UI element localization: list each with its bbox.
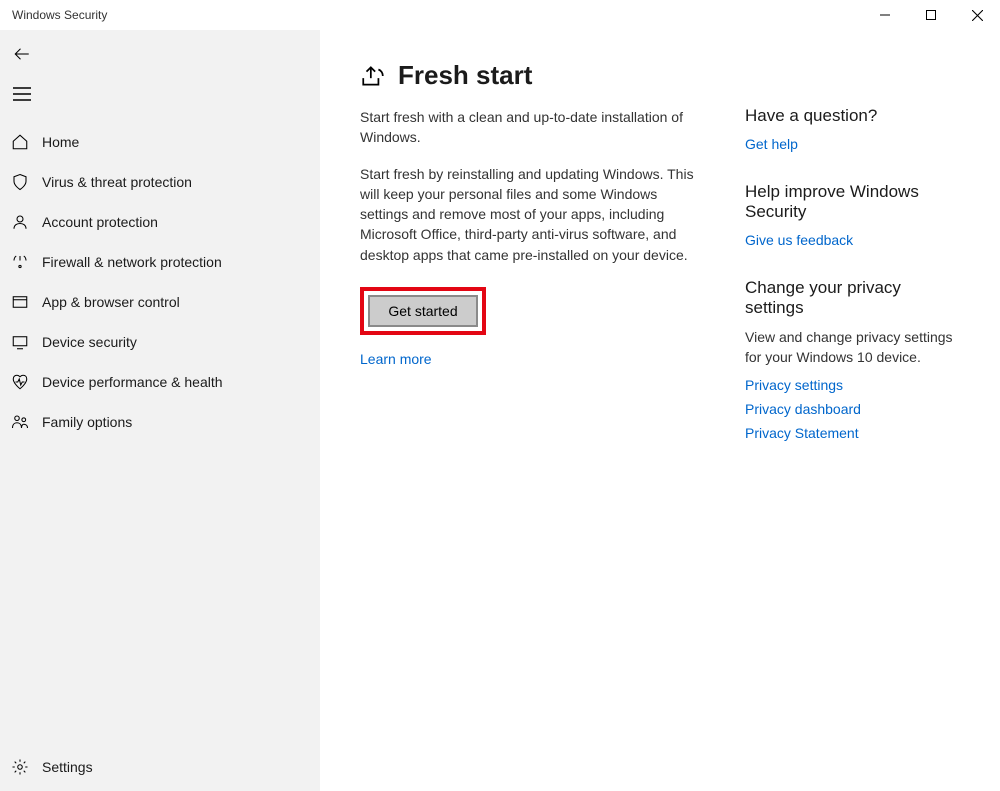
privacy-heading: Change your privacy settings	[745, 278, 960, 318]
sidebar-item-home[interactable]: Home	[0, 122, 320, 162]
sidebar: Home Virus & threat protection Account p…	[0, 30, 320, 791]
sidebar-item-device-security[interactable]: Device security	[0, 322, 320, 362]
maximize-button[interactable]	[908, 0, 954, 30]
sidebar-item-label: Home	[42, 134, 79, 150]
sidebar-item-label: Virus & threat protection	[42, 174, 192, 190]
close-button[interactable]	[954, 0, 1000, 30]
browser-icon	[10, 293, 30, 311]
heart-icon	[10, 373, 30, 391]
sidebar-item-app-browser[interactable]: App & browser control	[0, 282, 320, 322]
page-title: Fresh start	[398, 60, 532, 91]
get-started-button[interactable]: Get started	[368, 295, 478, 327]
window-title: Windows Security	[12, 8, 107, 22]
sidebar-item-label: App & browser control	[42, 294, 180, 310]
family-icon	[10, 413, 30, 431]
sidebar-item-label: Firewall & network protection	[42, 254, 222, 270]
home-icon	[10, 133, 30, 151]
back-button[interactable]	[2, 36, 42, 72]
privacy-statement-link[interactable]: Privacy Statement	[745, 425, 960, 441]
chip-icon	[10, 333, 30, 351]
person-icon	[10, 213, 30, 231]
privacy-dashboard-link[interactable]: Privacy dashboard	[745, 401, 960, 417]
intro-text: Start fresh with a clean and up-to-date …	[360, 107, 705, 148]
shield-icon	[10, 173, 30, 191]
sidebar-item-family[interactable]: Family options	[0, 402, 320, 442]
sidebar-item-firewall[interactable]: Firewall & network protection	[0, 242, 320, 282]
window-controls	[862, 0, 1000, 30]
fresh-start-icon	[360, 63, 386, 89]
sidebar-item-performance[interactable]: Device performance & health	[0, 362, 320, 402]
privacy-text: View and change privacy settings for you…	[745, 328, 960, 367]
titlebar: Windows Security	[0, 0, 1000, 30]
menu-button[interactable]	[2, 74, 42, 114]
content-area: Fresh start Start fresh with a clean and…	[320, 30, 1000, 791]
get-help-link[interactable]: Get help	[745, 136, 960, 152]
body-text: Start fresh by reinstalling and updating…	[360, 164, 705, 265]
sidebar-item-virus[interactable]: Virus & threat protection	[0, 162, 320, 202]
improve-heading: Help improve Windows Security	[745, 182, 960, 222]
sidebar-item-settings[interactable]: Settings	[0, 747, 320, 787]
sidebar-item-label: Device performance & health	[42, 374, 223, 390]
learn-more-link[interactable]: Learn more	[360, 351, 705, 367]
highlight-box: Get started	[360, 287, 486, 335]
sidebar-item-label: Settings	[42, 759, 93, 775]
sidebar-item-account[interactable]: Account protection	[0, 202, 320, 242]
sidebar-item-label: Account protection	[42, 214, 158, 230]
network-icon	[10, 253, 30, 271]
sidebar-item-label: Family options	[42, 414, 132, 430]
feedback-link[interactable]: Give us feedback	[745, 232, 960, 248]
sidebar-item-label: Device security	[42, 334, 137, 350]
question-heading: Have a question?	[745, 106, 960, 126]
gear-icon	[10, 758, 30, 776]
privacy-settings-link[interactable]: Privacy settings	[745, 377, 960, 393]
get-started-label: Get started	[388, 303, 457, 319]
minimize-button[interactable]	[862, 0, 908, 30]
